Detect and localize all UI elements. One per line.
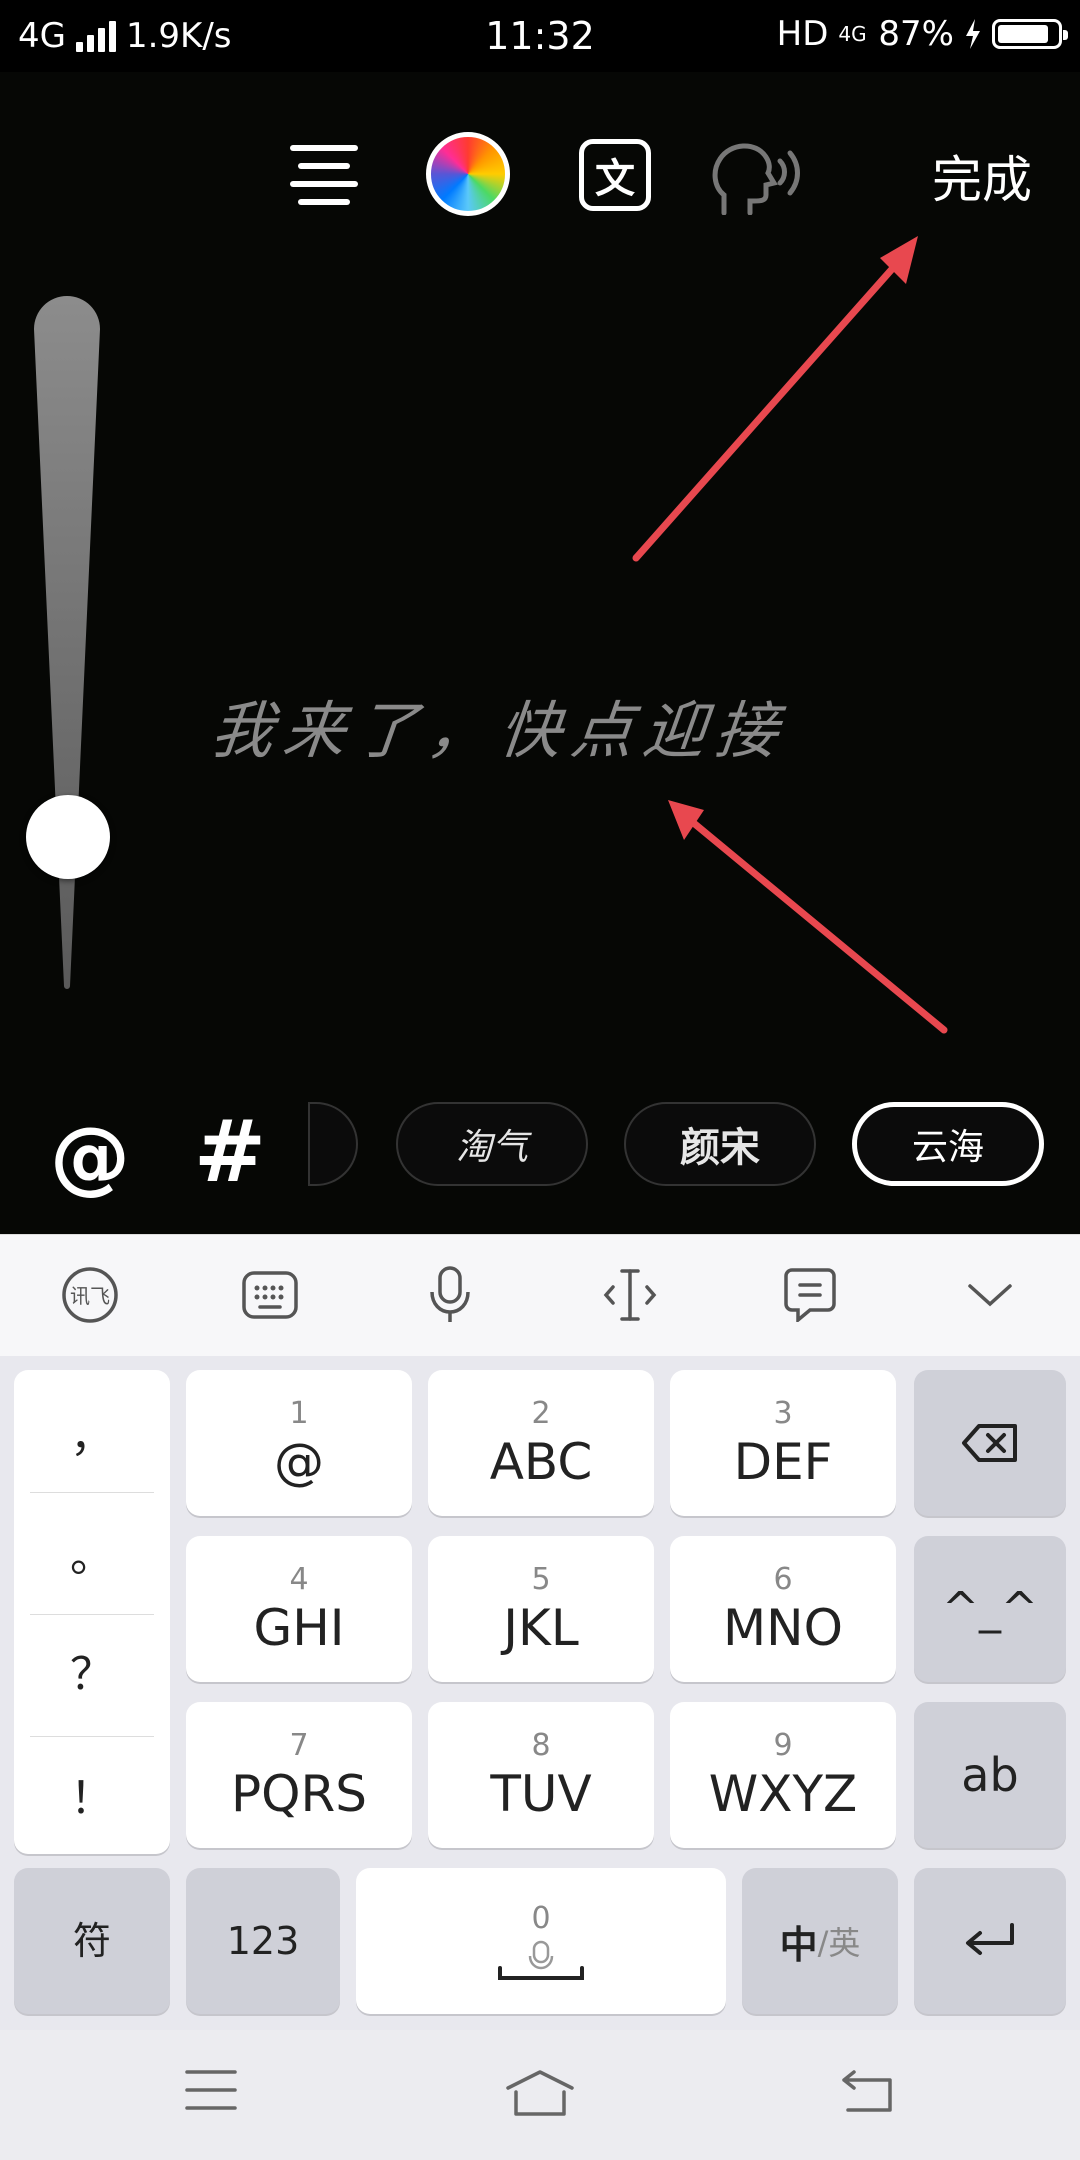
key-number: 8 — [531, 1728, 551, 1763]
key-9[interactable]: 9 WXYZ — [670, 1702, 896, 1848]
key-4[interactable]: 4 GHI — [186, 1536, 412, 1682]
punct-exclaim[interactable]: ！ — [26, 1762, 158, 1826]
punctuation-column[interactable]: ， 。 ？ ！ — [14, 1370, 170, 1854]
back-icon[interactable] — [838, 2068, 896, 2114]
key-8[interactable]: 8 TUV — [428, 1702, 654, 1848]
slider-handle[interactable] — [26, 795, 110, 880]
key-letters: MNO — [723, 1599, 843, 1657]
numeric-key[interactable]: 123 — [186, 1868, 340, 2014]
keyboard-icon[interactable] — [240, 1265, 300, 1325]
key-number: 1 — [289, 1396, 309, 1431]
space-number: 0 — [531, 1901, 551, 1936]
key-7[interactable]: 7 PQRS — [186, 1702, 412, 1848]
punct-separator — [30, 1492, 154, 1493]
key-5[interactable]: 5 JKL — [428, 1536, 654, 1682]
symbol-key[interactable]: 符 — [14, 1868, 170, 2014]
keyboard-toolbar: 讯飞 — [0, 1234, 1080, 1356]
key-letters: PQRS — [231, 1765, 367, 1823]
ab-label: ab — [961, 1748, 1019, 1802]
keyboard: ， 。 ？ ！ 1 @ 2 ABC 3 DEF 4 GHI 5 JKL 6 MNO ^_^ … — [0, 1356, 1080, 2030]
key-letters: WXYZ — [708, 1765, 858, 1823]
punct-separator — [30, 1736, 154, 1737]
brush-size-slider[interactable] — [34, 296, 100, 990]
punct-separator — [30, 1614, 154, 1615]
mention-button[interactable]: @ — [50, 1110, 130, 1203]
svg-text:讯飞: 讯飞 — [70, 1284, 110, 1308]
key-number: 2 — [531, 1396, 551, 1431]
key-letters: TUV — [490, 1765, 592, 1823]
key-number: 6 — [773, 1562, 793, 1597]
punct-period[interactable]: 。 — [26, 1520, 158, 1584]
cursor-icon[interactable] — [600, 1265, 660, 1325]
key-number: 7 — [289, 1728, 309, 1763]
menu-icon[interactable] — [184, 2068, 238, 2112]
collapse-keyboard-icon[interactable] — [960, 1265, 1020, 1325]
language-switch-key[interactable]: 中 /英 — [742, 1868, 898, 2014]
ime-logo-icon[interactable]: 讯飞 — [60, 1265, 120, 1325]
key-letters: JKL — [503, 1599, 579, 1657]
punct-comma[interactable]: ， — [26, 1400, 158, 1464]
hashtag-button[interactable]: # — [194, 1102, 266, 1202]
key-6[interactable]: 6 MNO — [670, 1536, 896, 1682]
key-number: 4 — [289, 1562, 309, 1597]
navigation-bar — [0, 2030, 1080, 2160]
key-3[interactable]: 3 DEF — [670, 1370, 896, 1516]
lang-main: 中 — [779, 1922, 818, 1967]
numeric-label: 123 — [226, 1919, 300, 1963]
ab-key[interactable]: ab — [914, 1702, 1066, 1848]
key-letters: @ — [274, 1433, 324, 1491]
key-number: 9 — [773, 1728, 793, 1763]
backspace-icon — [962, 1424, 1017, 1462]
backspace-key[interactable] — [914, 1370, 1066, 1516]
enter-icon — [966, 1923, 1014, 1955]
font-chip-taoqi[interactable]: 淘气 — [396, 1102, 588, 1186]
emoticon-key[interactable]: ^_^ — [914, 1536, 1066, 1682]
symbol-label: 符 — [72, 1919, 111, 1963]
key-letters: ABC — [489, 1433, 593, 1491]
microphone-icon[interactable] — [420, 1265, 480, 1325]
font-chip-yansong[interactable]: 颜宋 — [624, 1102, 816, 1186]
edited-text-content: 我来了，快点迎接 — [207, 694, 792, 767]
key-letters: DEF — [733, 1433, 833, 1491]
annotation-arrows — [632, 236, 948, 1034]
enter-key[interactable] — [914, 1868, 1066, 2014]
key-number: 3 — [773, 1396, 793, 1431]
emoticon-label: ^_^ — [942, 1583, 1038, 1634]
key-letters: GHI — [253, 1599, 345, 1657]
space-mic-icon — [498, 1940, 584, 1980]
key-number: 5 — [531, 1562, 551, 1597]
font-chip-yunhai[interactable]: 云海 — [852, 1102, 1044, 1186]
edited-text[interactable]: 我来了，快点迎接 — [0, 680, 1000, 770]
punct-question[interactable]: ？ — [26, 1638, 158, 1702]
home-icon[interactable] — [504, 2068, 576, 2118]
key-2[interactable]: 2 ABC — [428, 1370, 654, 1516]
clipboard-icon[interactable] — [780, 1265, 840, 1325]
space-key[interactable]: 0 — [356, 1868, 726, 2014]
key-1[interactable]: 1 @ — [186, 1370, 412, 1516]
lang-alt: /英 — [817, 1924, 861, 1962]
